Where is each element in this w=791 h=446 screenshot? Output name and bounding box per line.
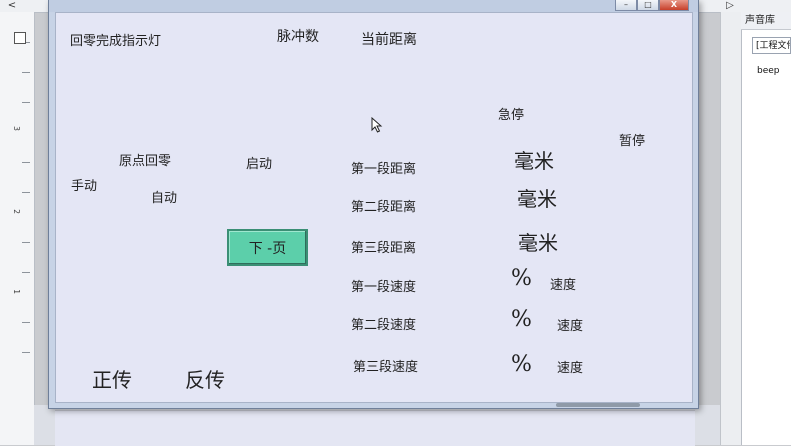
close-button[interactable]: X <box>659 0 689 11</box>
ruler-number: 3 <box>11 126 21 131</box>
seg1-distance-label: 第一段距离 <box>351 162 417 177</box>
ruler-number: 1 <box>11 289 21 294</box>
origin-homing-label[interactable]: 原点回零 <box>119 150 171 169</box>
emergency-stop-label[interactable]: 急停 <box>498 104 524 123</box>
seg2-mm-unit: 毫米 <box>517 187 557 211</box>
pulse-count-label: 脉冲数 <box>277 29 319 45</box>
seg3-mm-unit: 毫米 <box>518 231 558 255</box>
horizontal-scroll-thumb[interactable] <box>556 403 640 407</box>
window-controls: – □ X <box>615 0 689 12</box>
window-title-bar[interactable] <box>49 0 698 12</box>
sound-library-title: 声音库 <box>741 12 791 30</box>
toolbar-square-icon[interactable] <box>14 32 26 44</box>
seg1-speed-unit: 速度 <box>550 278 577 293</box>
next-page-button[interactable]: 下 -页 <box>227 229 308 266</box>
reverse-label[interactable]: 反传 <box>185 364 225 393</box>
seg1-speed-label: 第一段速度 <box>351 280 417 295</box>
minimize-button[interactable]: – <box>615 0 637 11</box>
seg1-mm-unit: 毫米 <box>514 149 554 173</box>
sound-library-item[interactable]: beep <box>757 66 780 76</box>
sound-library-select[interactable]: [工程文件 <box>752 37 791 54</box>
current-distance-label: 当前距离 <box>361 32 417 48</box>
seg2-speed-unit: 速度 <box>557 319 584 334</box>
seg3-distance-label: 第三段距离 <box>351 241 417 256</box>
editor-bottom-strip <box>55 410 695 446</box>
scroll-left-arrow-icon[interactable]: < <box>2 0 22 12</box>
vertical-ruler: 3 2 1 <box>0 12 35 445</box>
mouse-cursor-icon <box>371 117 383 133</box>
sound-library-panel <box>741 12 791 445</box>
manual-label[interactable]: 手动 <box>71 175 97 194</box>
seg2-percent-unit: % <box>511 307 532 332</box>
seg3-speed-label: 第三段速度 <box>353 360 419 375</box>
seg1-percent-unit: % <box>511 266 532 291</box>
start-label[interactable]: 启动 <box>246 153 272 172</box>
seg2-speed-label: 第二段速度 <box>351 318 417 333</box>
seg3-speed-unit: 速度 <box>557 361 584 376</box>
pause-label[interactable]: 暂停 <box>619 130 645 149</box>
auto-label[interactable]: 自动 <box>151 187 177 206</box>
vertical-scrollbar[interactable] <box>720 12 741 445</box>
forward-label[interactable]: 正传 <box>92 364 132 393</box>
seg2-distance-label: 第二段距离 <box>351 200 417 215</box>
seg3-percent-unit: % <box>511 352 532 377</box>
homing-done-indicator-label: 回零完成指示灯 <box>70 34 162 49</box>
ruler-number: 2 <box>11 209 21 214</box>
scroll-right-arrow-icon[interactable]: ▷ <box>722 0 738 12</box>
maximize-button[interactable]: □ <box>637 0 659 11</box>
